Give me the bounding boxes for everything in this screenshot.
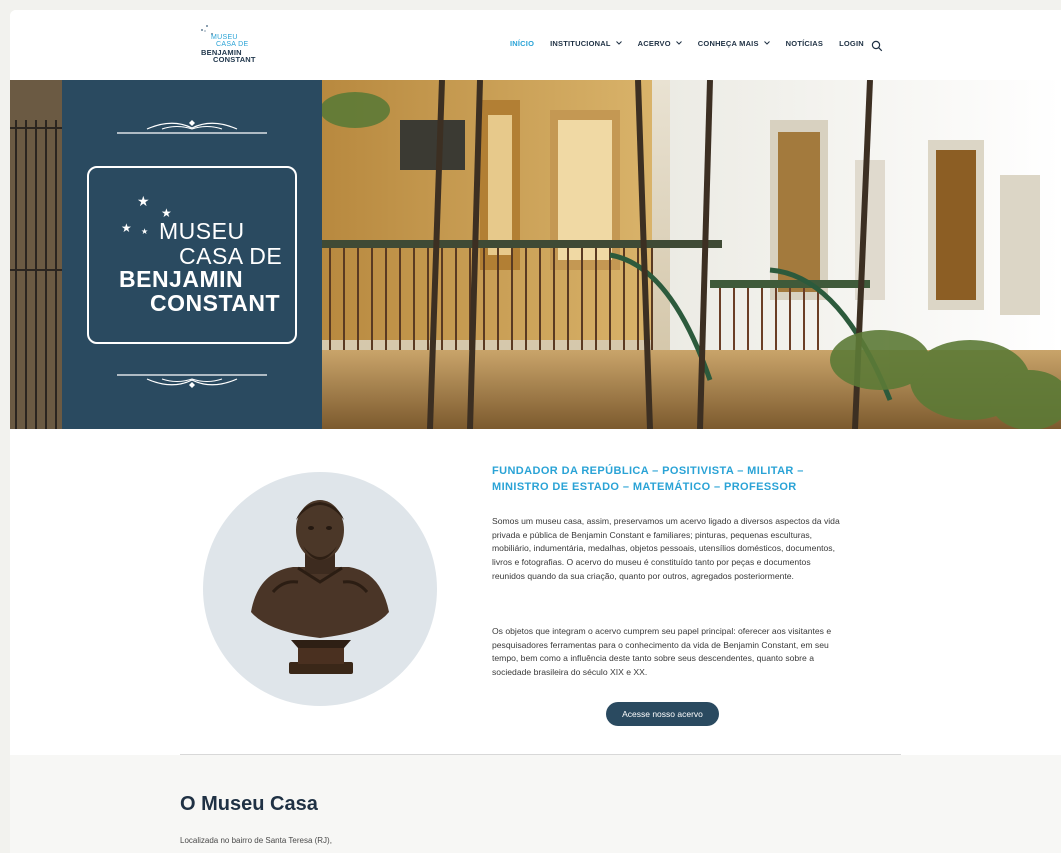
intro-paragraph-2: Os objetos que integram o acervo cumprem… [492, 626, 832, 678]
nav-item-institucional[interactable]: INSTITUCIONAL [550, 39, 622, 48]
bust-image [203, 472, 437, 706]
section-title: O Museu Casa [180, 793, 318, 815]
nav-item-label: LOGIN [839, 39, 864, 48]
chevron-down-icon [675, 40, 682, 47]
site-logo[interactable]: MUSEU CASA DE BENJAMIN CONSTANT [200, 24, 280, 68]
intro-paragraph-1: Somos um museu casa, assim, preservamos … [492, 516, 840, 581]
nav-item-label: NOTÍCIAS [785, 39, 824, 48]
svg-text:★: ★ [141, 227, 148, 236]
museu-section [10, 755, 1061, 853]
nav-item-conheca-mais[interactable]: CONHEÇA MAIS [698, 39, 770, 48]
hero-title-line-1: MUSEU [159, 218, 245, 244]
flourish-top-icon [117, 120, 267, 134]
svg-text:★: ★ [137, 194, 150, 210]
nav-item-acervo[interactable]: ACERVO [638, 39, 682, 48]
section-subtitle: Localizada no bairro de Santa Teresa (RJ… [180, 836, 332, 845]
hero-panel: ★ ★ ★ ★ MUSEU CASA DE BENJAMIN CONSTANT [62, 80, 322, 429]
main-nav: INÍCIO INSTITUCIONAL ACERVO CONHEÇA MAIS [510, 39, 880, 48]
nav-item-label: INSTITUCIONAL [550, 39, 611, 48]
intro-heading: FUNDADOR DA REPÚBLICA – POSITIVISTA – MI… [492, 465, 804, 493]
page-frame: MUSEU CASA DE BENJAMIN CONSTANT INÍCIO I… [10, 10, 1061, 853]
nav-item-label: ACERVO [637, 39, 671, 48]
logo-line-4: CONSTANT [213, 55, 256, 64]
svg-text:★: ★ [121, 221, 132, 235]
hero-title-line-4: CONSTANT [150, 290, 281, 316]
logo-line-1: MUSEU [211, 34, 238, 41]
acervo-button[interactable]: Acesse nosso acervo [606, 702, 719, 726]
hero-banner: ★ ★ ★ ★ MUSEU CASA DE BENJAMIN CONSTANT [10, 80, 1061, 429]
hero-title-badge: ★ ★ ★ ★ MUSEU CASA DE BENJAMIN CONSTANT [87, 166, 297, 344]
chevron-down-icon [763, 40, 770, 47]
nav-item-inicio[interactable]: INÍCIO [510, 39, 534, 48]
nav-item-noticias[interactable]: NOTÍCIAS [786, 39, 823, 48]
nav-item-label: CONHEÇA MAIS [697, 39, 759, 48]
hero-title-line-3: BENJAMIN [119, 266, 244, 292]
nav-item-login[interactable]: LOGIN [839, 39, 864, 48]
flourish-bottom-icon [117, 374, 267, 388]
chevron-down-icon [615, 40, 622, 47]
logo-line-2: CASA DE [216, 41, 249, 48]
site-header: MUSEU CASA DE BENJAMIN CONSTANT INÍCIO I… [10, 10, 1061, 80]
nav-item-label: INÍCIO [510, 39, 535, 48]
search-icon[interactable] [871, 39, 883, 52]
